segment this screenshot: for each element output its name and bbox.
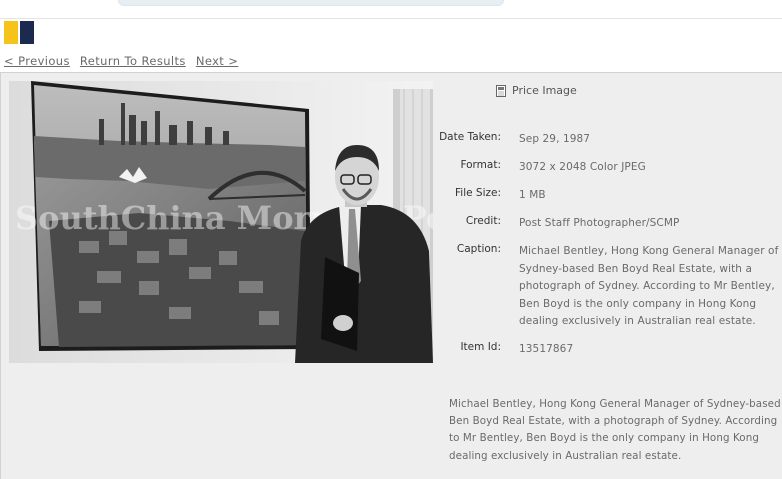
browser-top-bar [0, 0, 782, 19]
main-photo[interactable]: SouthChina Morning Post [9, 81, 433, 363]
credit-value: Post Staff Photographer/SCMP [519, 217, 680, 229]
return-to-results-link[interactable]: Return To Results [80, 54, 186, 68]
credit-label: Credit: [465, 215, 501, 227]
calculator-icon [496, 84, 506, 97]
price-image-label: Price Image [512, 84, 577, 97]
logo-yellow-square [4, 21, 18, 44]
date-taken-value: Sep 29, 1987 [519, 133, 591, 145]
image-description: Michael Bentley, Hong Kong General Manag… [449, 398, 781, 462]
item-id-value: 13517867 [519, 343, 574, 355]
price-image-button[interactable]: Price Image [496, 84, 577, 97]
item-id-label: Item Id: [460, 341, 501, 353]
address-bar[interactable] [118, 0, 504, 6]
date-taken-label: Date Taken: [439, 131, 501, 143]
format-value: 3072 x 2048 Color JPEG [519, 161, 646, 173]
format-label: Format: [460, 159, 501, 171]
file-size-value: 1 MB [519, 189, 546, 201]
next-link[interactable]: Next > [196, 54, 238, 68]
caption-label: Caption: [456, 243, 501, 255]
logo-navy-square [20, 21, 34, 44]
file-size-label: File Size: [455, 187, 501, 199]
result-navigation: < Previous Return To Results Next > [4, 54, 248, 68]
site-logo[interactable] [4, 21, 34, 44]
previous-link[interactable]: < Previous [4, 54, 70, 68]
caption-value: Michael Bentley, Hong Kong General Manag… [519, 245, 779, 327]
